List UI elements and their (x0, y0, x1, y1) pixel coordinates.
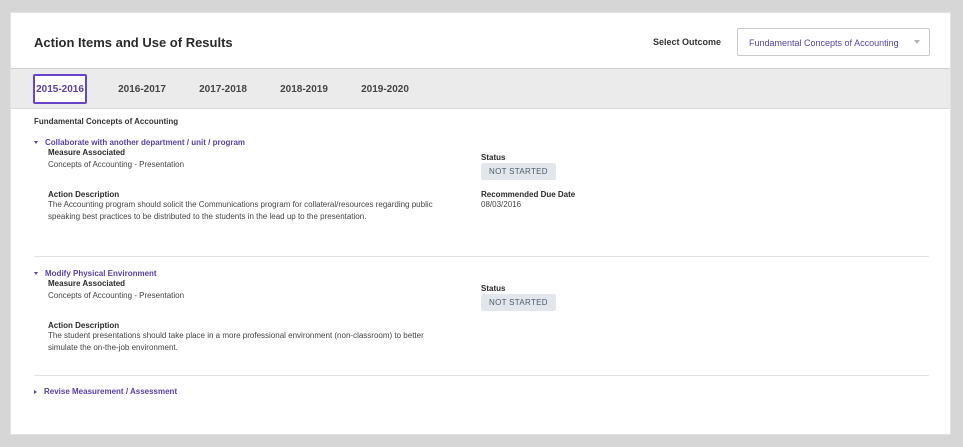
action-item-toggle[interactable]: Modify Physical Environment (34, 269, 157, 278)
item-divider (34, 375, 929, 376)
measure-label: Measure Associated (48, 148, 126, 157)
action-description-label: Action Description (48, 321, 120, 330)
action-description-label: Action Description (48, 190, 120, 199)
chevron-down-icon (914, 40, 920, 44)
measure-value: Concepts of Accounting - Presentation (48, 160, 185, 169)
status-badge: NOT STARTED (481, 294, 556, 311)
tab-2019-2020[interactable]: 2019-2020 (354, 74, 416, 104)
panel-header: Action Items and Use of Results Select O… (11, 13, 950, 69)
action-description: The student presentations should take pl… (48, 331, 424, 352)
measure-value: Concepts of Accounting - Presentation (48, 291, 185, 300)
status-label: Status (481, 153, 506, 162)
select-outcome-label: Select Outcome (653, 37, 722, 47)
tab-2015-2016[interactable]: 2015-2016 (33, 74, 87, 104)
outcome-select-value: Fundamental Concepts of Accounting (749, 38, 899, 48)
page-title: Action Items and Use of Results (34, 35, 233, 50)
caret-down-icon (34, 141, 38, 145)
caret-down-icon (34, 272, 38, 276)
tab-2017-2018[interactable]: 2017-2018 (192, 74, 254, 104)
action-item-title: Collaborate with another department / un… (45, 138, 246, 147)
action-item-toggle[interactable]: Revise Measurement / Assessment (34, 387, 177, 396)
year-tabs: 2015-2016 2016-2017 2017-2018 2018-2019 … (11, 69, 950, 109)
action-item-title: Revise Measurement / Assessment (44, 387, 178, 396)
outcome-heading: Fundamental Concepts of Accounting (34, 117, 179, 126)
caret-right-icon (34, 389, 37, 394)
tab-2016-2017[interactable]: 2016-2017 (111, 74, 173, 104)
due-date-value: 08/03/2016 (481, 200, 522, 209)
action-item-toggle[interactable]: Collaborate with another department / un… (34, 138, 245, 147)
status-label: Status (481, 284, 506, 293)
due-date-label: Recommended Due Date (481, 190, 576, 199)
measure-label: Measure Associated (48, 279, 126, 288)
item-divider (34, 256, 929, 257)
action-item-title: Modify Physical Environment (45, 269, 157, 278)
action-description: The Accounting program should solicit th… (48, 200, 433, 221)
tab-2018-2019[interactable]: 2018-2019 (273, 74, 335, 104)
status-badge: NOT STARTED (481, 163, 556, 180)
outcome-select[interactable]: Fundamental Concepts of Accounting (737, 28, 930, 56)
action-items-panel: Action Items and Use of Results Select O… (10, 12, 951, 435)
